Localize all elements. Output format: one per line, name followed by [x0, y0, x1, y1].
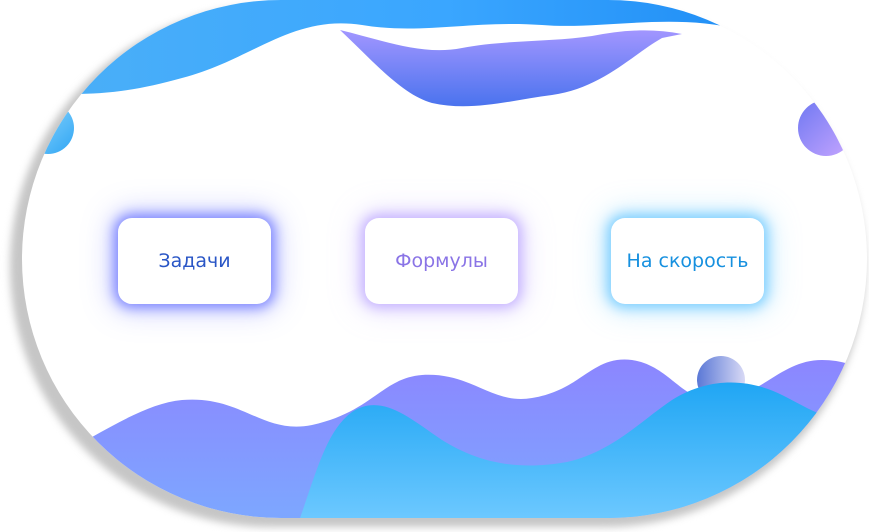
tasks-button-label: Задачи: [158, 250, 231, 272]
top-wave-purple: [340, 30, 682, 107]
formulas-button-label: Формулы: [395, 250, 488, 272]
speed-button-label: На скорость: [626, 250, 749, 272]
right-circle: [798, 100, 854, 156]
tasks-button[interactable]: Задачи: [118, 218, 271, 304]
speed-button[interactable]: На скорость: [611, 218, 764, 304]
left-circle: [22, 102, 74, 154]
menu-screen: Задачи Формулы На скорость: [0, 0, 869, 532]
formulas-button[interactable]: Формулы: [365, 218, 518, 304]
